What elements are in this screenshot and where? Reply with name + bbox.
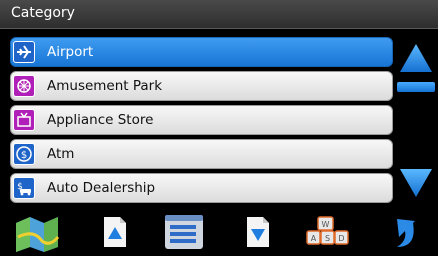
list-item-airport[interactable]: Airport bbox=[10, 37, 393, 67]
key-s-label: S bbox=[325, 234, 330, 243]
map-button[interactable] bbox=[14, 207, 62, 252]
list-item-amusement-park[interactable]: Amusement Park bbox=[10, 71, 393, 101]
title-bar: Category bbox=[0, 0, 438, 29]
dollar-coin-icon: $ bbox=[13, 143, 35, 165]
back-arrow-icon bbox=[397, 219, 415, 247]
page-down-icon bbox=[247, 217, 269, 247]
page-up-button[interactable] bbox=[100, 207, 130, 252]
list-item-label: Amusement Park bbox=[47, 78, 163, 94]
list-item-label: Auto Dealership bbox=[47, 180, 156, 196]
scroll-down-button[interactable] bbox=[397, 165, 435, 201]
svg-text:$: $ bbox=[21, 150, 27, 161]
scroll-up-button[interactable] bbox=[397, 40, 435, 76]
tv-icon bbox=[13, 109, 35, 131]
list-item-auto-dealership[interactable]: $ Auto Dealership bbox=[10, 173, 393, 203]
list-item-label: Atm bbox=[47, 146, 75, 162]
key-a-label: A bbox=[311, 234, 317, 243]
key-d-label: D bbox=[338, 234, 344, 243]
page-down-button[interactable] bbox=[243, 207, 273, 252]
triangle-down-icon bbox=[400, 169, 432, 197]
list-icon bbox=[165, 215, 203, 249]
keyboard-icon: W A S D bbox=[306, 216, 349, 245]
back-button[interactable] bbox=[383, 207, 423, 252]
bottom-toolbar: W A S D bbox=[0, 207, 438, 252]
list-item-label: Appliance Store bbox=[47, 112, 154, 128]
triangle-up-icon bbox=[400, 44, 432, 72]
list-item-appliance-store[interactable]: Appliance Store bbox=[10, 105, 393, 135]
scroll-position-indicator[interactable] bbox=[397, 82, 435, 92]
car-dealership-icon: $ bbox=[13, 177, 35, 199]
map-icon bbox=[16, 217, 60, 252]
key-w-label: W bbox=[322, 220, 330, 229]
list-button[interactable] bbox=[161, 207, 207, 252]
page-up-icon bbox=[104, 217, 126, 247]
list-item-atm[interactable]: $ Atm bbox=[10, 139, 393, 169]
amusement-park-icon bbox=[13, 75, 35, 97]
category-list: Airport Amusement Park Appliance Store $… bbox=[0, 30, 400, 205]
page-title: Category bbox=[11, 5, 75, 21]
airplane-icon bbox=[13, 41, 35, 63]
keyboard-button[interactable]: W A S D bbox=[303, 207, 351, 252]
list-item-label: Airport bbox=[47, 44, 94, 60]
